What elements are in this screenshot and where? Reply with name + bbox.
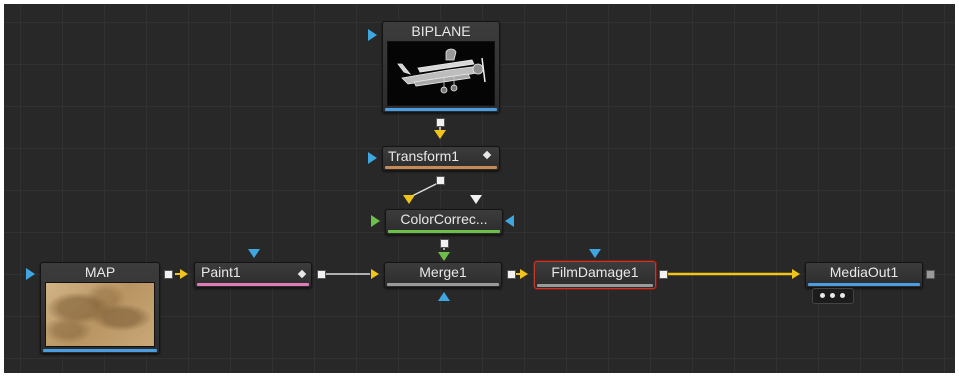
merge-mask-triangle[interactable] bbox=[438, 292, 450, 301]
map-input-triangle[interactable] bbox=[26, 268, 35, 280]
paint-output-port[interactable] bbox=[317, 270, 326, 279]
node-color-bar bbox=[537, 284, 653, 287]
dot-icon bbox=[820, 293, 825, 298]
node-label: BIPLANE bbox=[411, 23, 471, 39]
colorcorrector-output-port[interactable] bbox=[440, 239, 449, 248]
more-options-button[interactable] bbox=[812, 288, 854, 304]
biplane-thumbnail bbox=[387, 41, 495, 106]
paint-mask-triangle[interactable] bbox=[248, 249, 260, 258]
node-map[interactable]: MAP bbox=[40, 262, 160, 354]
node-label: Paint1 bbox=[201, 264, 241, 280]
transform-mask-triangle[interactable] bbox=[368, 152, 377, 164]
node-colorcorrector[interactable]: ColorCorrec... bbox=[385, 209, 503, 235]
filmdamage-output-port[interactable] bbox=[659, 270, 668, 279]
merge-bg-triangle[interactable] bbox=[371, 269, 379, 279]
node-paint1[interactable]: Paint1 bbox=[194, 262, 312, 288]
node-label: ColorCorrec... bbox=[400, 211, 488, 227]
colorcorrector-mask-triangle[interactable] bbox=[505, 215, 514, 227]
node-label: Transform1 bbox=[388, 148, 460, 164]
biplane-output-port[interactable] bbox=[436, 118, 445, 127]
node-label: MediaOut1 bbox=[829, 264, 899, 280]
mediaout-output-port[interactable] bbox=[926, 270, 935, 279]
dot-icon bbox=[830, 293, 835, 298]
node-color-bar bbox=[43, 349, 157, 352]
filmdamage-mask-triangle[interactable] bbox=[589, 249, 601, 258]
map-thumbnail bbox=[45, 282, 155, 347]
merge-output-port[interactable] bbox=[507, 270, 516, 279]
filmdamage-input-triangle[interactable] bbox=[520, 269, 528, 279]
node-color-bar bbox=[385, 166, 497, 169]
node-biplane[interactable]: BIPLANE bbox=[382, 21, 500, 113]
node-label: Merge1 bbox=[419, 264, 467, 280]
transform-output-port[interactable] bbox=[436, 176, 445, 185]
node-color-bar bbox=[388, 230, 500, 233]
transform-input-triangle[interactable] bbox=[434, 130, 446, 139]
node-color-bar bbox=[385, 108, 497, 111]
map-output-port[interactable] bbox=[164, 270, 173, 279]
node-mediaout1[interactable]: MediaOut1 bbox=[805, 262, 923, 288]
colorcorrector-fg-triangle[interactable] bbox=[470, 195, 482, 204]
node-transform1[interactable]: Transform1 bbox=[382, 146, 500, 171]
paint-input-triangle[interactable] bbox=[180, 269, 188, 279]
dot-icon bbox=[840, 293, 845, 298]
colorcorrector-green-input[interactable] bbox=[371, 215, 380, 227]
biplane-image-icon bbox=[397, 48, 486, 94]
node-color-bar bbox=[387, 283, 499, 286]
mediaout-input-triangle[interactable] bbox=[792, 269, 800, 279]
node-filmdamage1[interactable]: FilmDamage1 bbox=[534, 261, 656, 289]
node-label: MAP bbox=[84, 264, 116, 280]
node-color-bar bbox=[808, 283, 920, 286]
node-merge1[interactable]: Merge1 bbox=[384, 262, 502, 288]
merge-fg-triangle[interactable] bbox=[438, 252, 450, 261]
node-label: FilmDamage1 bbox=[551, 264, 639, 280]
node-editor-canvas[interactable]: BIPLANE Transform1 ColorCorrec... MAP Pa… bbox=[4, 4, 955, 373]
node-color-bar bbox=[197, 283, 309, 286]
biplane-input-triangle[interactable] bbox=[368, 29, 377, 41]
colorcorrector-input-triangle[interactable] bbox=[403, 195, 415, 204]
